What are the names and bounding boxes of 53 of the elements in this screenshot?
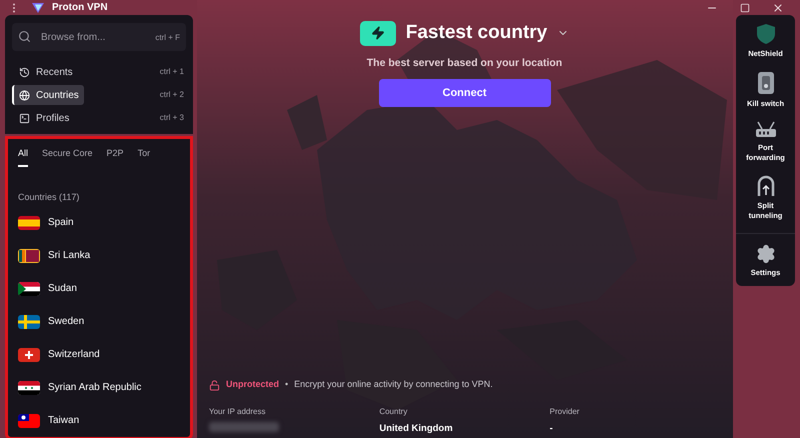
shortcut-label: ctrl + 1 — [160, 66, 185, 78]
tunnel-icon — [756, 175, 774, 197]
status-message: Encrypt your online activity by connecting to VPN. — [294, 378, 493, 392]
blurred-value — [209, 422, 279, 432]
list-heading: Countries (117) — [18, 190, 80, 204]
info-value: - — [550, 422, 554, 436]
flag-icon — [18, 248, 40, 262]
search-icon — [18, 30, 31, 43]
globe-icon — [19, 90, 30, 100]
flag-icon — [18, 348, 40, 362]
info-label: Country — [379, 406, 408, 418]
flag-icon — [18, 380, 40, 394]
maximize-icon[interactable] — [740, 2, 750, 12]
terminal-icon — [19, 112, 30, 124]
filter-tab[interactable]: Secure Core — [42, 147, 93, 166]
flag-icon — [18, 314, 40, 328]
filter-tab[interactable]: Tor — [138, 147, 150, 166]
router-icon — [754, 121, 776, 139]
shortcut-label: ctrl + F — [155, 32, 180, 44]
info-value: United Kingdom — [379, 422, 454, 436]
history-icon — [19, 66, 30, 78]
filter-tab[interactable]: All — [18, 147, 28, 166]
country-item[interactable]: Sudan — [18, 272, 180, 305]
shield-icon — [756, 23, 776, 45]
nav-item[interactable]: Countries — [12, 85, 84, 105]
shortcut-label: ctrl + 2 — [160, 89, 185, 101]
country-item[interactable]: Sri Lanka — [18, 239, 180, 272]
country-item[interactable]: Syrian Arab Republic — [18, 371, 180, 404]
connect-button[interactable]: Connect — [378, 79, 550, 108]
nav-item[interactable]: Recents — [12, 62, 78, 82]
country-item[interactable]: Spain — [18, 206, 180, 239]
connection-subtitle: The best server based on your location — [366, 56, 562, 70]
status-label: Unprotected — [226, 378, 280, 392]
separator-dot: • — [285, 378, 288, 392]
settings-icon — [756, 244, 776, 264]
flag-icon — [18, 414, 40, 428]
flag-icon — [18, 282, 40, 296]
switch-icon — [756, 71, 774, 95]
info-label: Your IP address — [209, 406, 266, 418]
country-item[interactable]: Taiwan — [18, 404, 180, 437]
shortcut-label: ctrl + 3 — [160, 112, 185, 124]
close-icon[interactable] — [772, 2, 784, 14]
bolt-icon — [370, 26, 385, 40]
flag-icon — [18, 216, 40, 230]
unlocked-icon — [209, 380, 220, 390]
info-label: Provider — [550, 406, 580, 418]
country-item[interactable]: Switzerland — [18, 338, 180, 371]
filter-tab[interactable]: P2P — [106, 147, 124, 166]
connection-title: Fastest country — [406, 21, 548, 45]
country-item[interactable]: Sweden — [18, 305, 180, 338]
logo-icon — [32, 2, 44, 12]
window-title: Proton VPN — [52, 1, 108, 15]
nav-item[interactable]: Profiles — [12, 108, 74, 128]
